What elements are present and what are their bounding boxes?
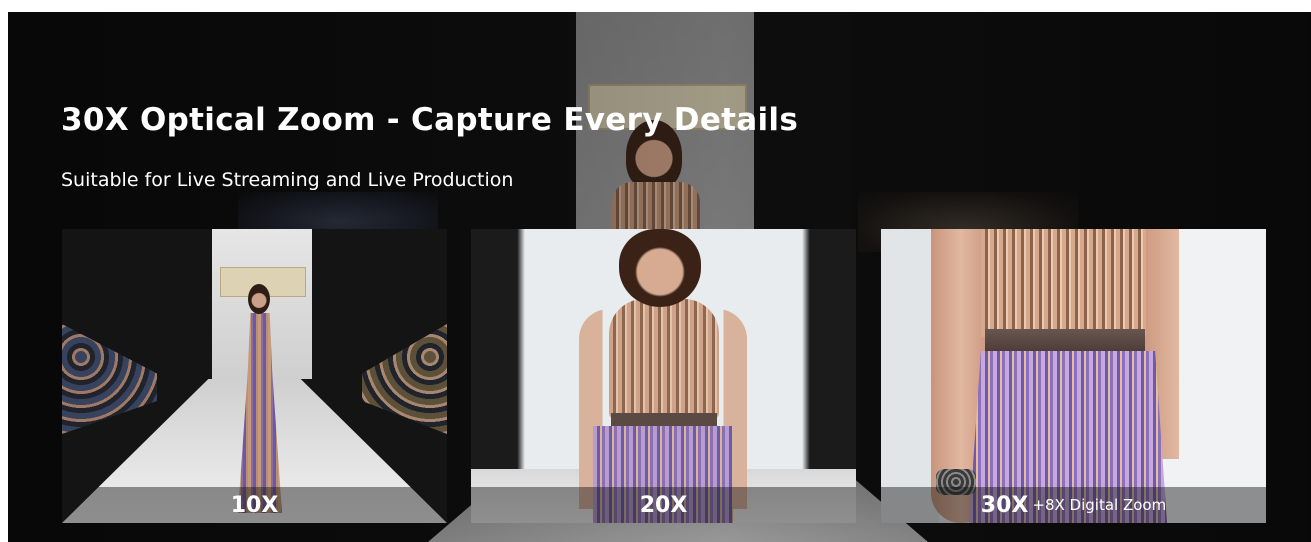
zoom-level-label: 10X: [230, 492, 279, 518]
model-dress-bodice: [981, 229, 1146, 337]
runway-photo-full: [62, 229, 447, 523]
model-head: [248, 284, 270, 314]
model-dress-bodice: [609, 299, 719, 419]
runway-photo-closeup: [881, 229, 1266, 523]
zoom-panel-20x: 20X: [471, 229, 856, 523]
model-dress-belt: [985, 329, 1145, 351]
model-dress-belt: [611, 413, 717, 427]
zoom-feature-banner: 30X Optical Zoom - Capture Every Details…: [8, 12, 1311, 542]
digital-zoom-label: +8X Digital Zoom: [1032, 496, 1167, 514]
zoom-panel-10x: 10X: [62, 229, 447, 523]
zoom-label-band: 10X: [62, 487, 447, 523]
page-title: 30X Optical Zoom - Capture Every Details: [61, 102, 799, 138]
zoom-level-label: 20X: [639, 492, 688, 518]
model-head: [619, 229, 701, 307]
zoom-label-band: 30X +8X Digital Zoom: [881, 487, 1266, 523]
zoom-panel-30x: 30X +8X Digital Zoom: [881, 229, 1266, 523]
zoom-label-band: 20X: [471, 487, 856, 523]
runway-photo-medium: [471, 229, 856, 523]
page-subtitle: Suitable for Live Streaming and Live Pro…: [61, 169, 514, 191]
zoom-level-label: 30X: [980, 492, 1029, 518]
